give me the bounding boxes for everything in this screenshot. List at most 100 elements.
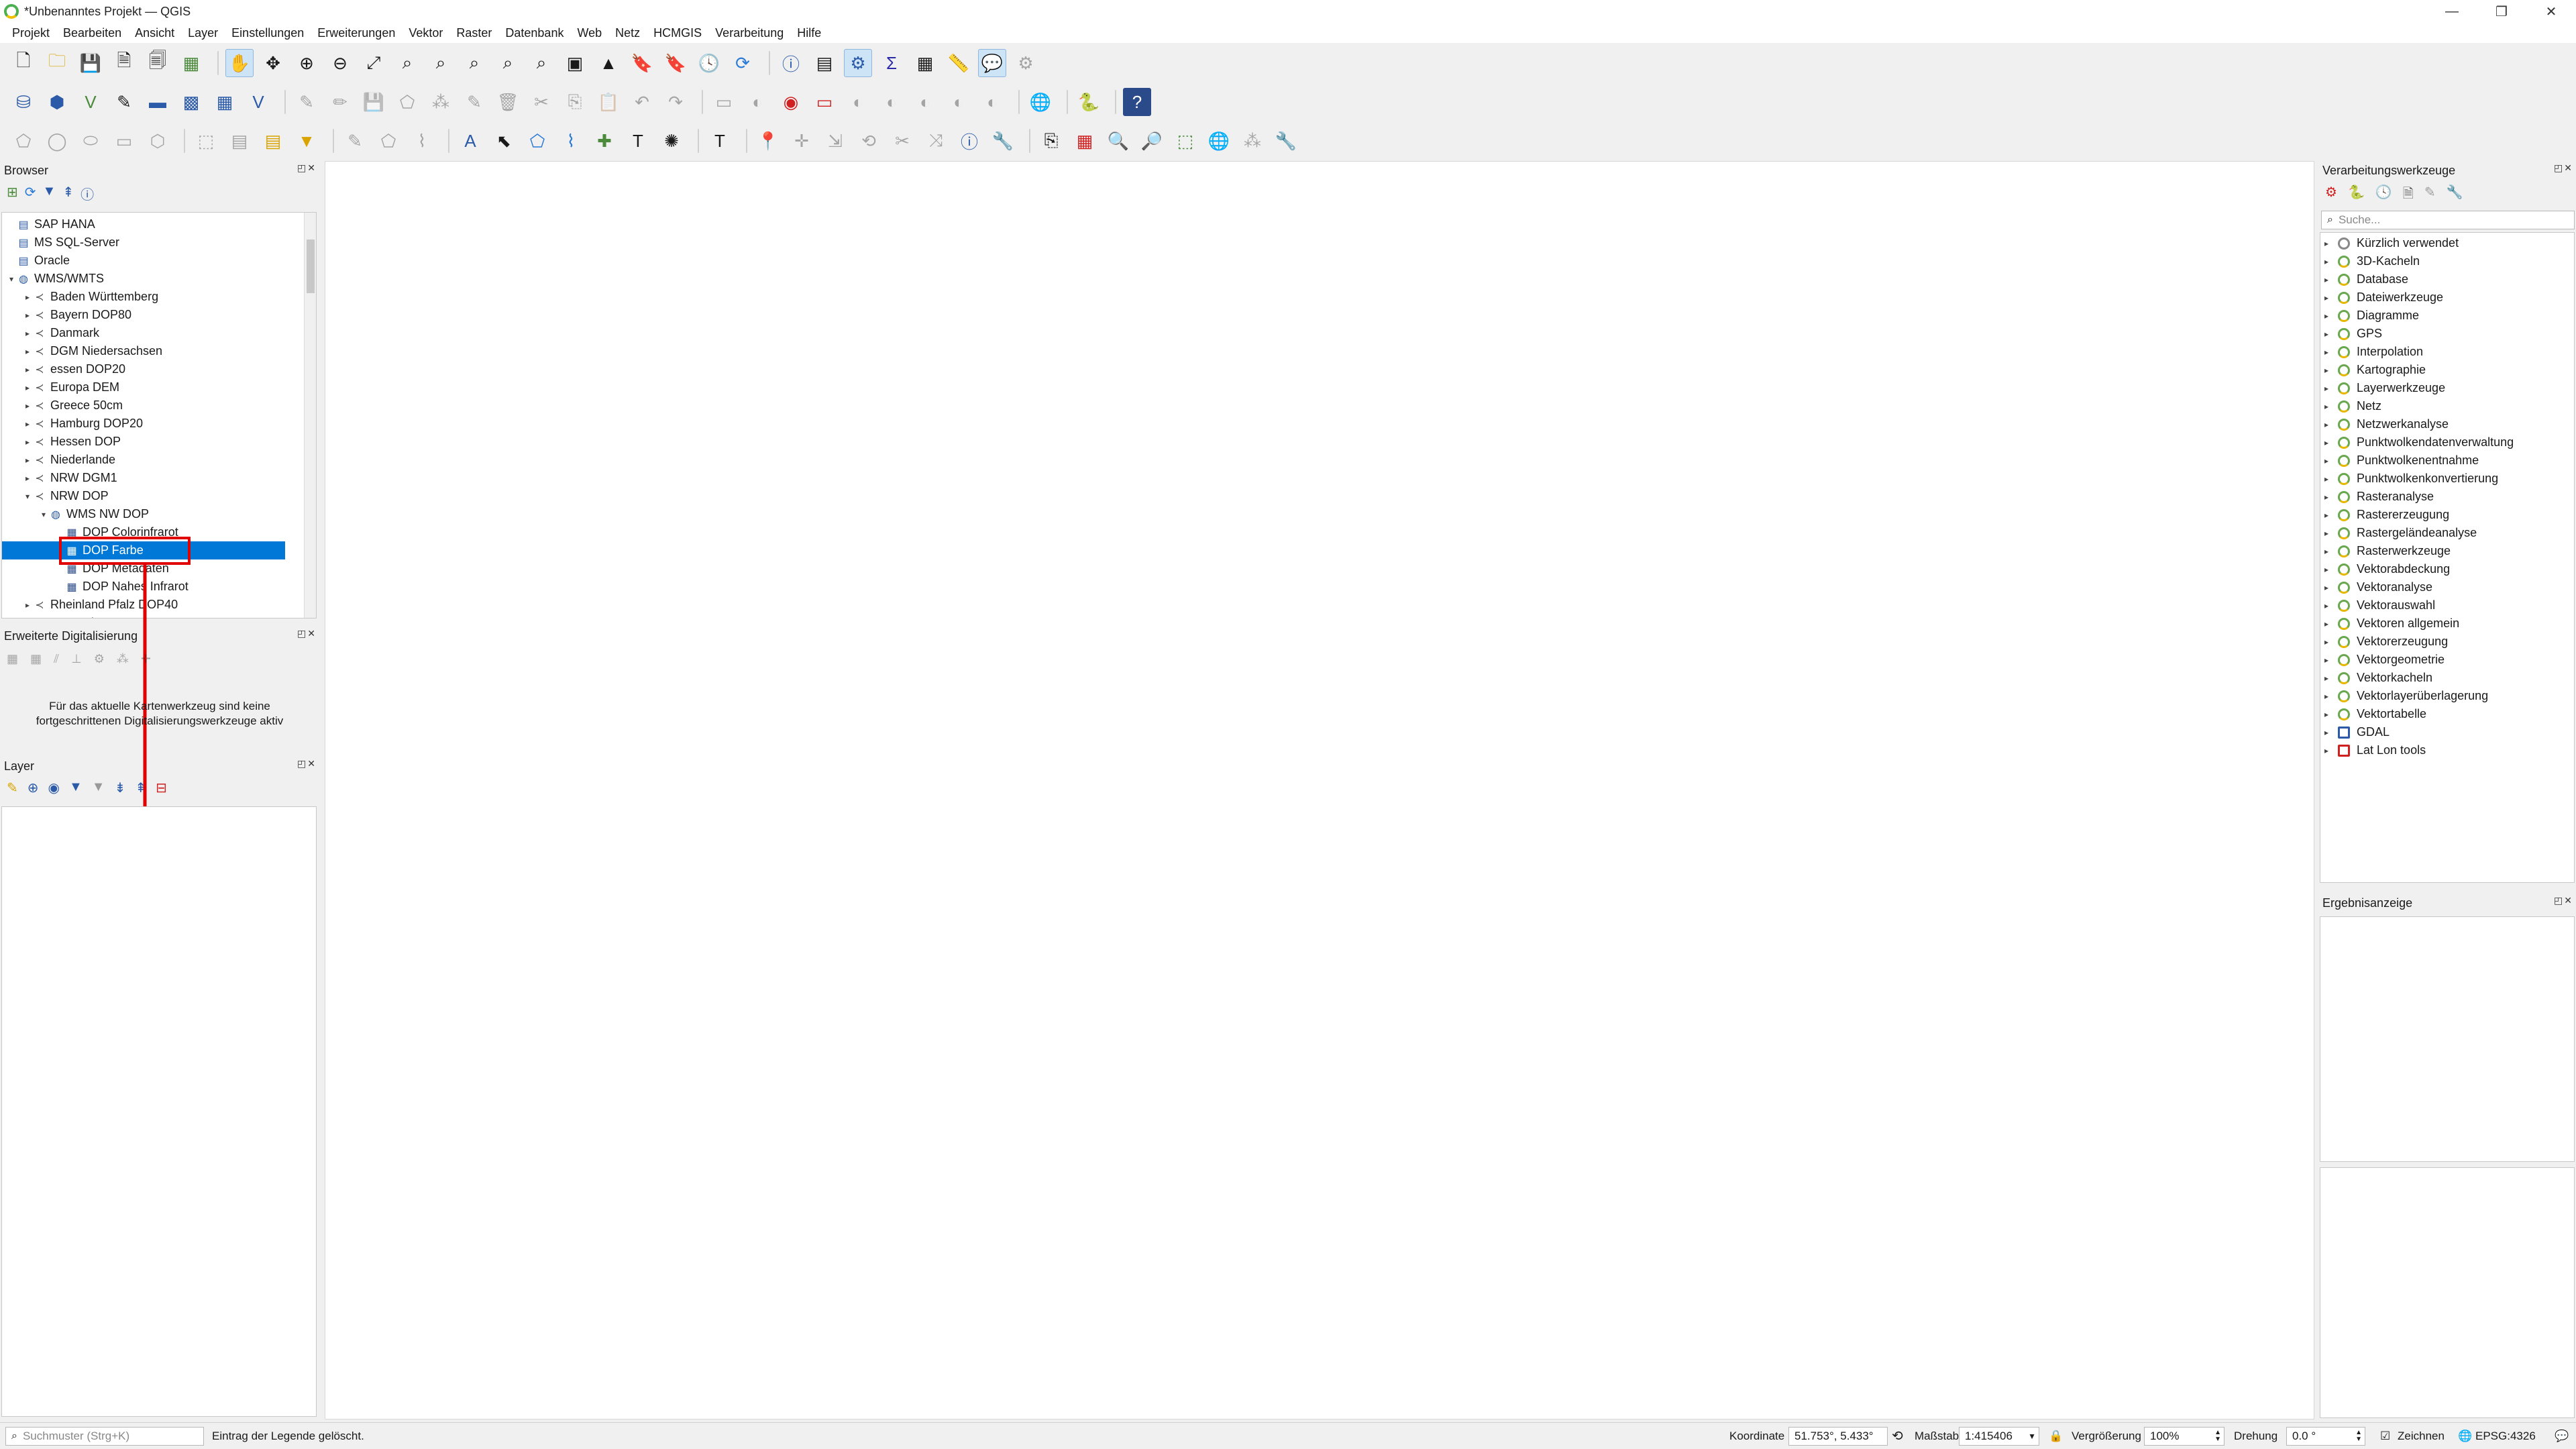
add-point-feature-icon[interactable]: ✚: [590, 127, 619, 155]
menu-hcmgis[interactable]: HCMGIS: [647, 26, 708, 40]
deselect-all-icon[interactable]: ▤: [259, 127, 287, 155]
processing-group[interactable]: ▸ Vektorlayerüberlagerung: [2324, 687, 2488, 705]
label-toolbar-icon[interactable]: ▭: [710, 88, 738, 116]
toolbox-icon[interactable]: ⚙: [844, 49, 872, 77]
processing-group[interactable]: ▸ Rastererzeugung: [2324, 506, 2449, 524]
new-geopackage-icon[interactable]: ⬢: [43, 88, 71, 116]
save-project-icon[interactable]: 💾: [76, 49, 105, 77]
web-globe-icon[interactable]: 🌐: [1205, 127, 1233, 155]
redo-icon[interactable]: ↷: [661, 88, 690, 116]
chevron-right-icon[interactable]: ▸: [2324, 402, 2338, 411]
menu-datenbank[interactable]: Datenbank: [498, 26, 570, 40]
rotate-feature-icon[interactable]: ⟲: [855, 127, 883, 155]
zoom-next-icon[interactable]: ⌕: [527, 49, 555, 77]
locator-search-input[interactable]: Suchmuster (Strg+K): [23, 1430, 129, 1443]
browser-item[interactable]: ▸ ≺ Hessen DOP: [22, 433, 121, 451]
info-icon[interactable]: ⓘ: [955, 127, 983, 155]
gps-marker-icon[interactable]: 📍: [754, 127, 782, 155]
pan-map-icon[interactable]: ✋: [225, 49, 254, 77]
capture-point-icon[interactable]: ⬚: [1171, 127, 1199, 155]
new-shapefile-icon[interactable]: V: [76, 88, 105, 116]
processing-group[interactable]: ▸ Layerwerkzeuge: [2324, 379, 2445, 397]
snap-icon[interactable]: ✛: [788, 127, 816, 155]
chevron-right-icon[interactable]: ▸: [22, 419, 33, 429]
offset-curve-icon[interactable]: ⌇: [408, 127, 436, 155]
copy-features-icon[interactable]: ⎘: [561, 88, 589, 116]
browser-item[interactable]: ▸ ≺ Hamburg DOP20: [22, 415, 143, 433]
pan-to-selection-icon[interactable]: ✥: [259, 49, 287, 77]
add-ellipse-icon[interactable]: ⬭: [76, 127, 105, 155]
new-3d-map-view-icon[interactable]: ▲: [594, 49, 623, 77]
zoom-out-icon[interactable]: ⊖: [326, 49, 354, 77]
layout-manager-icon[interactable]: 🗐: [144, 49, 172, 77]
browser-item[interactable]: ▸ ≺ essen DOP20: [22, 360, 125, 378]
close-icon[interactable]: ✕: [2526, 0, 2576, 23]
identify-features-icon[interactable]: ⓘ: [777, 49, 805, 77]
modify-attributes-icon[interactable]: ✎: [460, 88, 488, 116]
results-dock-buttons[interactable]: ◰✕: [2554, 895, 2573, 906]
chevron-right-icon[interactable]: ▸: [2324, 257, 2338, 266]
processing-group[interactable]: ▸ Punktwolkenentnahme: [2324, 451, 2479, 470]
label-change-icon[interactable]: ◐: [911, 88, 939, 116]
new-map-view-icon[interactable]: ▣: [561, 49, 589, 77]
browser-scrollbar[interactable]: [304, 213, 316, 618]
properties-icon[interactable]: ⓘ: [80, 184, 94, 203]
menu-erweiterungen[interactable]: Erweiterungen: [311, 26, 402, 40]
menu-vektor[interactable]: Vektor: [402, 26, 449, 40]
menu-einstellungen[interactable]: Einstellungen: [225, 26, 311, 40]
scripts-python-icon[interactable]: 🐍: [2348, 184, 2365, 207]
label-abc-icon[interactable]: ▭: [810, 88, 839, 116]
menu-raster[interactable]: Raster: [449, 26, 498, 40]
chevron-right-icon[interactable]: ▸: [2324, 619, 2338, 629]
settings-cog-icon[interactable]: ⚙: [94, 652, 105, 666]
reshape-icon[interactable]: ⬠: [374, 127, 402, 155]
browser-item[interactable]: ▤ MS SQL-Server: [6, 233, 119, 252]
chevron-right-icon[interactable]: ▸: [2324, 456, 2338, 466]
toggle-extents-icon[interactable]: ⟲: [1892, 1428, 1903, 1444]
cut-features-icon[interactable]: ✂: [527, 88, 555, 116]
new-print-layout-icon[interactable]: 🗎: [110, 49, 138, 77]
menu-verarbeitung[interactable]: Verarbeitung: [708, 26, 790, 40]
chevron-right-icon[interactable]: ▸: [2324, 529, 2338, 538]
chevron-right-icon[interactable]: ▸: [2324, 311, 2338, 321]
label-pin-2-icon[interactable]: ◐: [978, 88, 1006, 116]
locator-search-field[interactable]: ⌕ Suchmuster (Strg+K): [5, 1427, 204, 1446]
processing-group[interactable]: ▸ Vektorgeometrie: [2324, 651, 2445, 669]
spin-icon[interactable]: ▲ ▼: [2355, 1430, 2362, 1443]
chevron-right-icon[interactable]: ▸: [2324, 492, 2338, 502]
remove-layer-icon[interactable]: ⊟: [156, 780, 167, 796]
perpendicular-icon[interactable]: ⊥: [71, 652, 82, 666]
map-canvas[interactable]: [325, 161, 2314, 1419]
browser-item[interactable]: ▸ ≺ Europa DEM: [22, 378, 119, 396]
open-project-icon[interactable]: 🗀: [43, 49, 71, 77]
zoom-select-icon[interactable]: 🔎: [1138, 127, 1166, 155]
open-attribute-table-icon[interactable]: ▤: [810, 49, 839, 77]
chevron-right-icon[interactable]: ▸: [2324, 438, 2338, 447]
processing-group[interactable]: ▸ Vektorkacheln: [2324, 669, 2432, 687]
processing-group[interactable]: ▸ Netzwerkanalyse: [2324, 415, 2449, 433]
collapse-layers-icon[interactable]: ⇞: [135, 780, 146, 796]
menu-projekt[interactable]: Projekt: [5, 26, 56, 40]
zoom-full-icon[interactable]: ⤢: [360, 49, 388, 77]
merge-features-icon[interactable]: ⤨: [922, 127, 950, 155]
chevron-right-icon[interactable]: ▸: [2324, 692, 2338, 701]
add-group-icon[interactable]: ⊕: [28, 780, 39, 796]
construction-mode-icon[interactable]: ▦: [30, 652, 42, 666]
parallel-icon[interactable]: ⫽: [54, 652, 59, 666]
collapse-all-icon[interactable]: ⇞: [62, 184, 74, 203]
digitizing-dock-buttons[interactable]: ◰✕: [297, 628, 317, 639]
messages-icon[interactable]: 💬: [2555, 1430, 2569, 1443]
chevron-right-icon[interactable]: ▸: [22, 383, 33, 392]
processing-search-field[interactable]: ⌕ Suche...: [2321, 211, 2575, 229]
add-regular-polygon-icon[interactable]: ⬡: [144, 127, 172, 155]
paste-features-icon[interactable]: 📋: [594, 88, 623, 116]
crs-button[interactable]: EPSG:4326: [2475, 1430, 2536, 1443]
chevron-right-icon[interactable]: ▸: [22, 455, 33, 465]
add-mesh-icon[interactable]: ▦: [211, 88, 239, 116]
processing-group[interactable]: ▸ Database: [2324, 270, 2408, 288]
copy-extent-icon[interactable]: ⎘: [1037, 127, 1065, 155]
zoom-last-icon[interactable]: ⌕: [494, 49, 522, 77]
processing-group[interactable]: ▸ GDAL: [2324, 723, 2390, 741]
label-rotate-icon[interactable]: ◐: [877, 88, 906, 116]
add-rectangle-icon[interactable]: ▭: [110, 127, 138, 155]
